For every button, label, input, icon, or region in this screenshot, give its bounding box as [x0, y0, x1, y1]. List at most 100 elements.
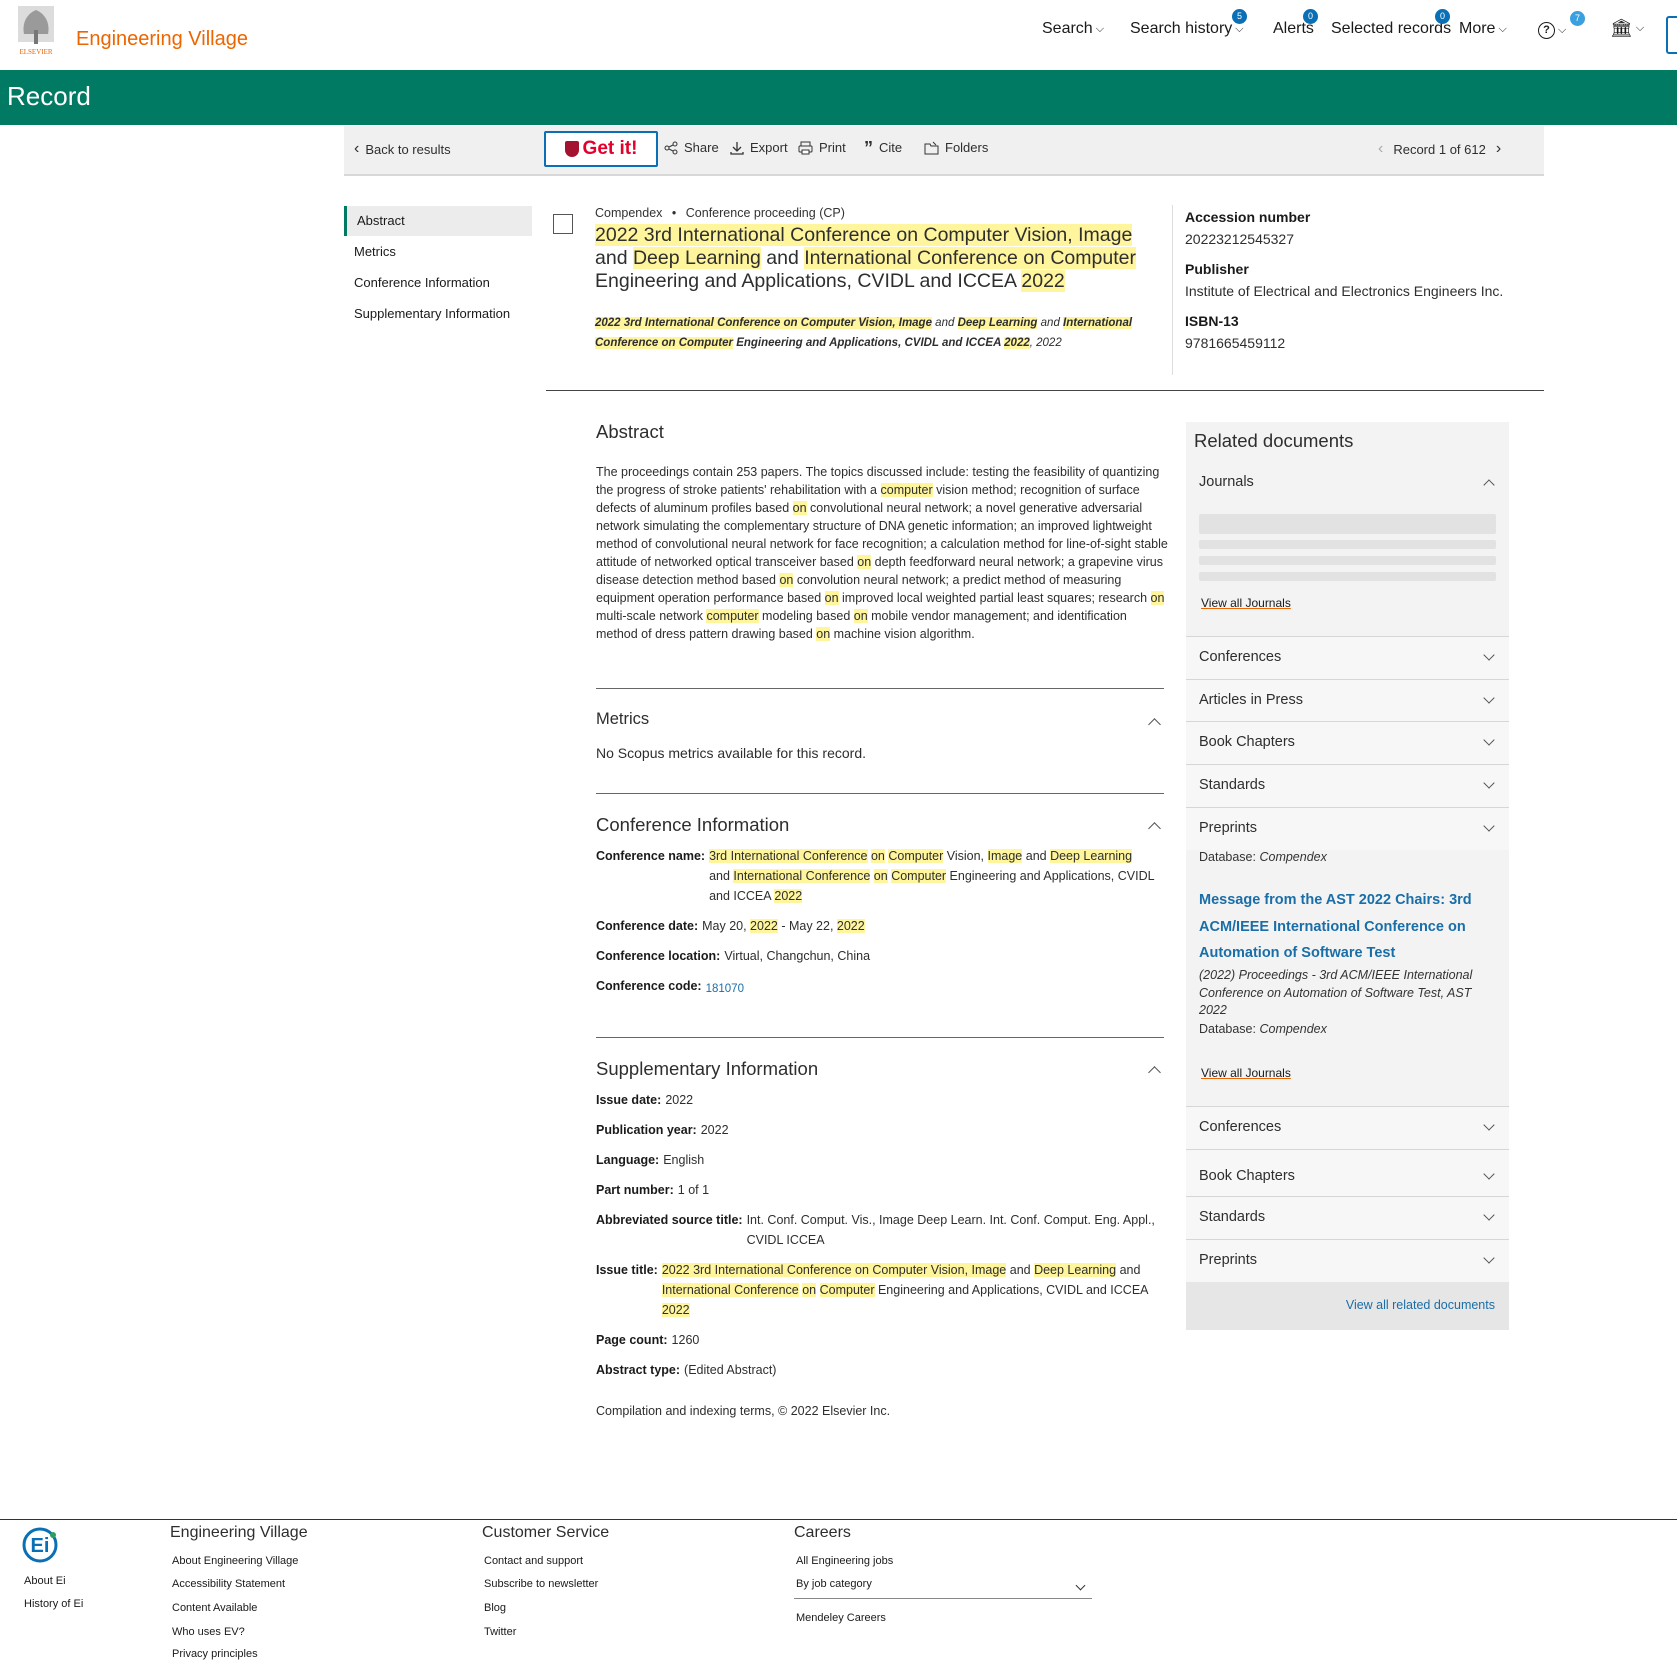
- back-to-results-label: Back to results: [365, 141, 451, 157]
- page-title-bar: Record: [0, 70, 1677, 125]
- export-label: Export: [750, 140, 788, 155]
- chevron-down-icon: [1483, 1252, 1495, 1264]
- source-title: 2022 3rd International Conference on Com…: [595, 313, 1135, 353]
- journals-label: Journals: [1199, 474, 1254, 490]
- highlighted-term: on: [816, 627, 831, 641]
- back-to-results-button[interactable]: ‹ Back to results: [354, 140, 451, 158]
- database-value: Compendex: [1259, 850, 1327, 864]
- nav-more[interactable]: More ⌵: [1459, 20, 1507, 38]
- supplementary-heading: Supplementary Information: [596, 1058, 819, 1079]
- left-nav-supplementary-information[interactable]: Supplementary Information: [344, 299, 532, 329]
- conference-heading: Conference Information: [596, 814, 790, 835]
- footer-link[interactable]: Subscribe to newsletter: [484, 1578, 598, 1590]
- help-menu[interactable]: ? ⌵ 7: [1538, 11, 1585, 39]
- footer-link[interactable]: Who uses EV?: [172, 1626, 245, 1638]
- folders-button[interactable]: Folders: [924, 140, 988, 155]
- accordion-label: Book Chapters: [1199, 1168, 1295, 1184]
- nav-search-history[interactable]: Search history ⌵ 5: [1130, 9, 1247, 38]
- related-conferences-accordion[interactable]: Conferences: [1186, 636, 1509, 679]
- brand-name[interactable]: Engineering Village: [76, 28, 248, 51]
- related-preprints-accordion[interactable]: Preprints: [1186, 807, 1509, 850]
- ei-logo[interactable]: Ei: [20, 1525, 60, 1565]
- left-nav-conference-information[interactable]: Conference Information: [344, 268, 532, 298]
- view-all-journals-link[interactable]: View all Journals: [1201, 1066, 1291, 1080]
- isbn-link[interactable]: 9781665459112: [1185, 335, 1525, 351]
- record-identifiers: Accession number 20223212545327 Publishe…: [1172, 205, 1525, 375]
- related-conferences-accordion[interactable]: Conferences: [1186, 1106, 1509, 1149]
- overflow-database-line: Database: Compendex: [1199, 850, 1499, 864]
- loading-placeholder: [1199, 514, 1496, 534]
- folder-add-icon: [924, 141, 939, 154]
- part-number-row: Part number: 1 of 1: [596, 1180, 709, 1200]
- page-count-row: Page count: 1260: [596, 1330, 699, 1350]
- conference-code-link[interactable]: 181070: [706, 979, 744, 999]
- related-book-chapters-accordion[interactable]: Book Chapters: [1186, 1149, 1509, 1196]
- related-book-chapters-accordion[interactable]: Book Chapters: [1186, 721, 1509, 764]
- nav-alerts[interactable]: Alerts 0: [1273, 9, 1318, 38]
- footer-link[interactable]: Twitter: [484, 1626, 516, 1638]
- footer-link-about-ei[interactable]: About Ei: [24, 1575, 66, 1587]
- chevron-left-icon: ‹: [354, 140, 360, 157]
- highlighted-term: Computer: [819, 1283, 875, 1297]
- footer-link[interactable]: All Engineering jobs: [796, 1555, 893, 1567]
- conference-date-value: May 20, 2022 - May 22, 2022: [702, 916, 865, 936]
- record-title: 2022 3rd International Conference on Com…: [595, 224, 1155, 293]
- elsevier-logo[interactable]: ELSEVIER: [10, 4, 62, 58]
- print-button[interactable]: Print: [798, 140, 846, 155]
- share-button[interactable]: Share: [664, 140, 719, 155]
- cite-button[interactable]: ” Cite: [864, 139, 902, 157]
- footer-link[interactable]: Content Available: [172, 1602, 257, 1614]
- publisher-value: Institute of Electrical and Electronics …: [1185, 283, 1504, 299]
- publication-year-label: Publication year:: [596, 1123, 697, 1137]
- record-pagination: ‹ Record 1 of 612 ›: [1378, 140, 1501, 158]
- highlighted-term: Deep Learning: [1034, 1263, 1117, 1277]
- top-navigation-bar: ELSEVIER Engineering Village Search ⌵ Se…: [0, 0, 1677, 70]
- related-articles-in-press-accordion[interactable]: Articles in Press: [1186, 679, 1509, 722]
- footer-link[interactable]: About Engineering Village: [172, 1555, 298, 1567]
- nav-selected-records[interactable]: Selected records 0: [1331, 9, 1451, 38]
- footer-link[interactable]: Contact and support: [484, 1555, 583, 1567]
- related-preprints-accordion[interactable]: Preprints: [1186, 1239, 1509, 1282]
- loading-placeholder: [1199, 556, 1496, 565]
- page-count-value: 1260: [671, 1333, 700, 1347]
- export-button[interactable]: Export: [730, 140, 788, 155]
- text-segment: - May 22,: [777, 919, 837, 933]
- nav-search[interactable]: Search ⌵: [1042, 20, 1104, 38]
- next-record-icon[interactable]: ›: [1496, 140, 1501, 158]
- left-nav-abstract[interactable]: Abstract: [344, 206, 532, 236]
- abstract-heading: Abstract: [596, 421, 664, 442]
- highlighted-term: on: [824, 591, 839, 605]
- related-article-title-link[interactable]: Message from the AST 2022 Chairs: 3rd AC…: [1199, 887, 1489, 967]
- related-standards-accordion[interactable]: Standards: [1186, 1196, 1509, 1239]
- text-segment: and: [760, 247, 805, 269]
- footer-link[interactable]: Blog: [484, 1602, 506, 1614]
- select-record-checkbox[interactable]: [553, 214, 573, 234]
- footer-link-history-of-ei[interactable]: History of Ei: [24, 1598, 83, 1610]
- institution-menu[interactable]: 🏛︎ ⌵: [1610, 18, 1644, 39]
- metrics-heading: Metrics: [596, 710, 650, 728]
- view-all-journals-link[interactable]: View all Journals: [1201, 596, 1291, 610]
- highlighted-term: computer: [880, 483, 933, 497]
- highlighted-term: Image: [987, 849, 1023, 863]
- get-it-button[interactable]: Get it!: [544, 131, 658, 167]
- journals-accordion-header[interactable]: Journals: [1186, 462, 1509, 504]
- collapse-supplementary-icon[interactable]: [1148, 1066, 1161, 1079]
- footer-link[interactable]: Privacy principles: [172, 1648, 258, 1660]
- text-segment: , 2022: [1029, 337, 1062, 349]
- text-segment: and: [931, 317, 958, 329]
- abstract-type-value: (Edited Abstract): [684, 1363, 777, 1377]
- related-standards-accordion[interactable]: Standards: [1186, 764, 1509, 807]
- highlighted-term: 2022: [836, 919, 865, 933]
- footer-link[interactable]: Accessibility Statement: [172, 1578, 285, 1590]
- view-all-related-documents-link[interactable]: View all related documents: [1346, 1298, 1495, 1312]
- job-category-select[interactable]: By job category: [794, 1574, 1092, 1599]
- collapse-conference-icon[interactable]: [1148, 822, 1161, 835]
- text-segment: and: [1116, 1263, 1141, 1277]
- previous-record-icon[interactable]: ‹: [1378, 140, 1383, 158]
- account-button-edge[interactable]: [1666, 16, 1677, 54]
- text-segment: modeling based: [758, 609, 854, 623]
- highlighted-term: 2022 3rd International Conference on Com…: [595, 224, 1133, 246]
- left-nav-metrics[interactable]: Metrics: [344, 237, 532, 267]
- collapse-metrics-icon[interactable]: [1148, 718, 1161, 731]
- footer-link[interactable]: Mendeley Careers: [796, 1612, 886, 1624]
